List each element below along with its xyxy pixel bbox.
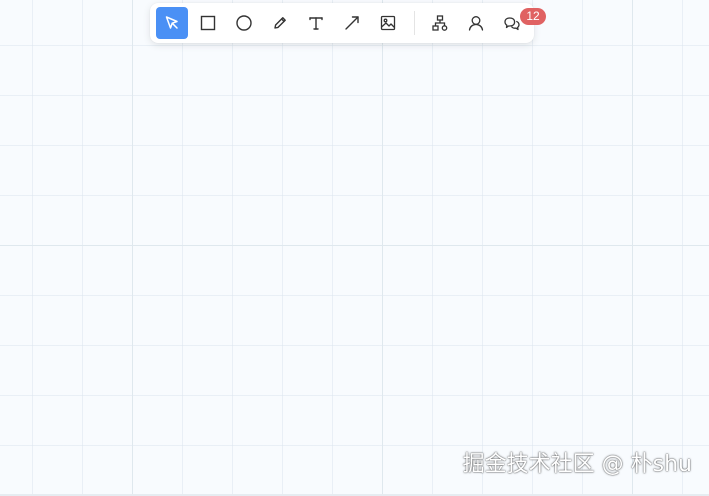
image-icon xyxy=(380,15,396,31)
watermark-text: 掘金技术社区 @ 朴shu xyxy=(462,452,692,477)
select-tool-button[interactable] xyxy=(156,7,188,39)
whiteboard-canvas[interactable] xyxy=(0,0,709,496)
grid-line-vertical xyxy=(132,0,133,496)
user-icon xyxy=(468,16,484,31)
pencil-icon xyxy=(274,17,286,29)
comments-count-badge: 12 xyxy=(520,8,546,25)
pen-tool-button[interactable] xyxy=(264,7,296,39)
text-tool-button[interactable] xyxy=(300,7,332,39)
rectangle-icon xyxy=(200,15,216,31)
arrow-icon xyxy=(345,16,359,30)
collaborators-button[interactable] xyxy=(460,7,492,39)
text-icon xyxy=(309,17,323,30)
chat-bubbles-icon xyxy=(504,17,520,31)
arrow-tool-button[interactable] xyxy=(336,7,368,39)
grid-line-horizontal xyxy=(0,245,709,246)
rectangle-tool-button[interactable] xyxy=(192,7,224,39)
toolbar-separator xyxy=(414,11,415,35)
drawing-toolbar: 12 xyxy=(150,3,546,43)
circle-icon xyxy=(236,15,252,31)
sitemap-icon xyxy=(432,15,448,31)
grid-line-vertical xyxy=(632,0,633,496)
grid-line-vertical xyxy=(382,0,383,496)
structure-tool-button[interactable] xyxy=(424,7,456,39)
ellipse-tool-button[interactable] xyxy=(228,7,260,39)
image-tool-button[interactable] xyxy=(372,7,404,39)
cursor-arrow-icon xyxy=(165,16,178,29)
